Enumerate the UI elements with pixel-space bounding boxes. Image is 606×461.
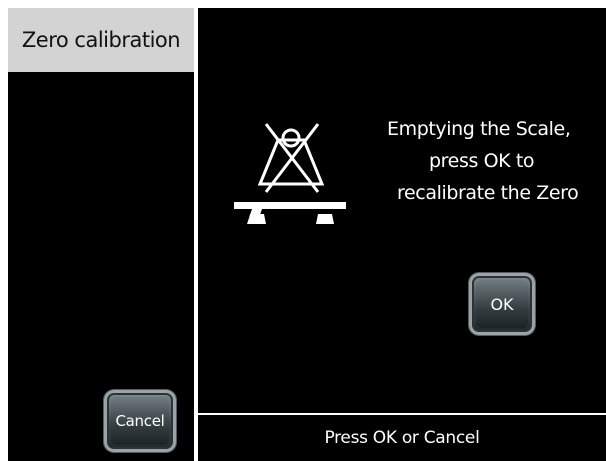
ok-button-face: OK [476,280,528,328]
message-line: Emptying the Scale, [387,118,571,140]
main-panel: Emptying the Scale, press OK to recalibr… [198,8,606,461]
cancel-button[interactable]: Cancel [104,390,176,452]
scale-empty-icon [234,123,346,224]
ok-button-label: OK [490,294,514,314]
scale-foot-right [316,214,334,224]
instruction-message: Emptying the Scale, press OK to recalibr… [373,113,606,209]
calibration-screen: Zero calibration Cancel Emptying the Sca… [8,8,606,461]
message-line: press OK to [429,150,535,172]
scale-platform [234,202,346,209]
weight-ring [281,128,301,148]
status-bar-text: Press OK or Cancel [324,428,480,448]
page-title: Zero calibration [8,8,194,72]
cancel-button-face: Cancel [111,397,169,445]
message-line: recalibrate the Zero [397,182,579,204]
cancel-button-label: Cancel [115,412,165,430]
scale-foot-left-b [248,214,266,224]
ok-button[interactable]: OK [469,273,535,335]
sidebar: Zero calibration Cancel [8,8,194,461]
